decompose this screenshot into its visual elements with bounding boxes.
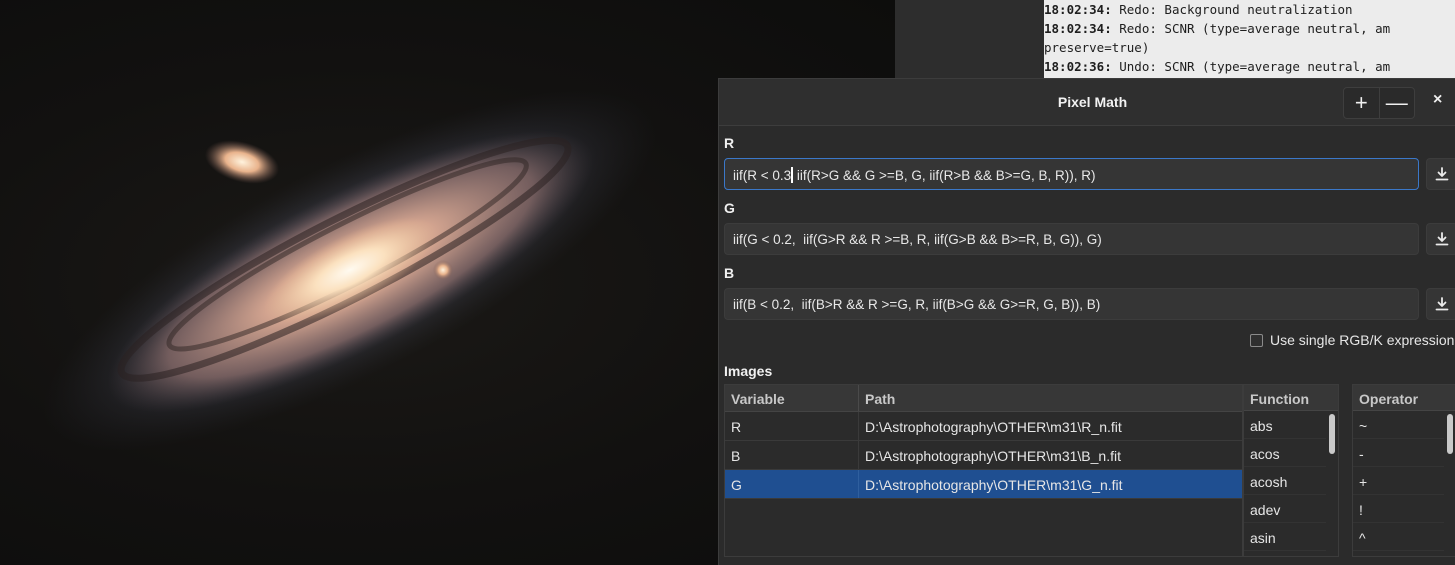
log-line: 18:02:34: Redo: Background neutralizatio… [1044,2,1353,17]
download-icon [1435,232,1449,246]
b-expression-input[interactable]: iif(B < 0.2, iif(B>R && R >=G, R, iif(B>… [724,288,1419,320]
variable-cell: G [731,477,742,493]
operator-item[interactable]: ^ [1353,523,1455,551]
variable-cell: R [731,419,742,435]
operator-item[interactable]: ! [1353,495,1455,523]
path-cell: D:\Astrophotography\OTHER\m31\B_n.fit [858,441,1242,469]
console-log: 18:02:34: Redo: Background neutralizatio… [1044,0,1455,80]
path-cell: D:\Astrophotography\OTHER\m31\R_n.fit [858,412,1242,440]
g-label: G [724,200,735,216]
scrollbar-thumb[interactable] [1329,414,1335,454]
operator-list[interactable]: Operator ~ - + ! ^ [1352,384,1455,557]
pixel-math-dialog: Pixel Math + — × R iif(R < 0.3 iif(R>G &… [718,78,1455,565]
operator-item[interactable]: - [1353,439,1455,467]
log-line: 18:02:36: Undo: SCNR (type=average neutr… [1044,59,1391,74]
operator-item[interactable]: ~ [1353,411,1455,439]
function-item[interactable]: abs [1244,411,1338,439]
function-item[interactable]: acos [1244,439,1338,467]
images-section-label: Images [724,363,773,379]
console-panel: 18:02:34: Redo: Background neutralizatio… [895,0,1455,80]
operator-list-header: Operator [1353,385,1455,411]
operator-item[interactable]: + [1353,467,1455,495]
titlebar-button-group: + — [1343,87,1415,119]
path-cell: D:\Astrophotography\OTHER\m31\G_n.fit [858,470,1242,498]
r-expression-input[interactable]: iif(R < 0.3 iif(R>G && G >=B, G, iif(R>B… [724,158,1419,190]
function-scrollbar[interactable] [1326,412,1338,556]
function-item[interactable]: acosh [1244,467,1338,495]
add-button[interactable]: + [1344,88,1379,118]
table-header: Variable Path [725,385,1242,412]
g-download-button[interactable] [1426,223,1455,255]
single-rgbk-option[interactable]: Use single RGB/K expression [1250,332,1454,348]
column-header-variable[interactable]: Variable [725,385,858,411]
function-list-header: Function [1244,385,1338,411]
function-item[interactable]: asin [1244,523,1338,551]
single-rgbk-checkbox[interactable] [1250,333,1263,347]
function-list[interactable]: Function abs acos acosh adev asin [1243,384,1339,557]
dialog-titlebar[interactable]: Pixel Math + — × [719,79,1455,126]
log-line: 18:02:34: Redo: SCNR (type=average neutr… [1044,21,1391,36]
b-download-button[interactable] [1426,288,1455,320]
scrollbar-thumb[interactable] [1447,414,1453,454]
column-header-path[interactable]: Path [858,385,1242,411]
single-rgbk-label: Use single RGB/K expression [1270,332,1455,348]
download-icon [1435,297,1449,311]
function-item[interactable]: adev [1244,495,1338,523]
download-icon [1435,167,1449,181]
close-button[interactable]: × [1433,91,1442,109]
images-table[interactable]: Variable Path R D:\Astrophotography\OTHE… [724,384,1243,557]
table-row[interactable]: R D:\Astrophotography\OTHER\m31\R_n.fit [725,412,1242,441]
b-label: B [724,265,735,281]
g-expression-input[interactable]: iif(G < 0.2, iif(G>R && R >=B, R, iif(G>… [724,223,1419,255]
table-row-selected[interactable]: G D:\Astrophotography\OTHER\m31\G_n.fit [725,470,1242,499]
r-label: R [724,135,735,151]
remove-button[interactable]: — [1378,88,1415,118]
variable-cell: B [731,448,741,464]
r-download-button[interactable] [1426,158,1455,190]
table-row[interactable]: B D:\Astrophotography\OTHER\m31\B_n.fit [725,441,1242,470]
log-line: preserve=true) [1044,40,1150,55]
operator-scrollbar[interactable] [1444,412,1455,556]
